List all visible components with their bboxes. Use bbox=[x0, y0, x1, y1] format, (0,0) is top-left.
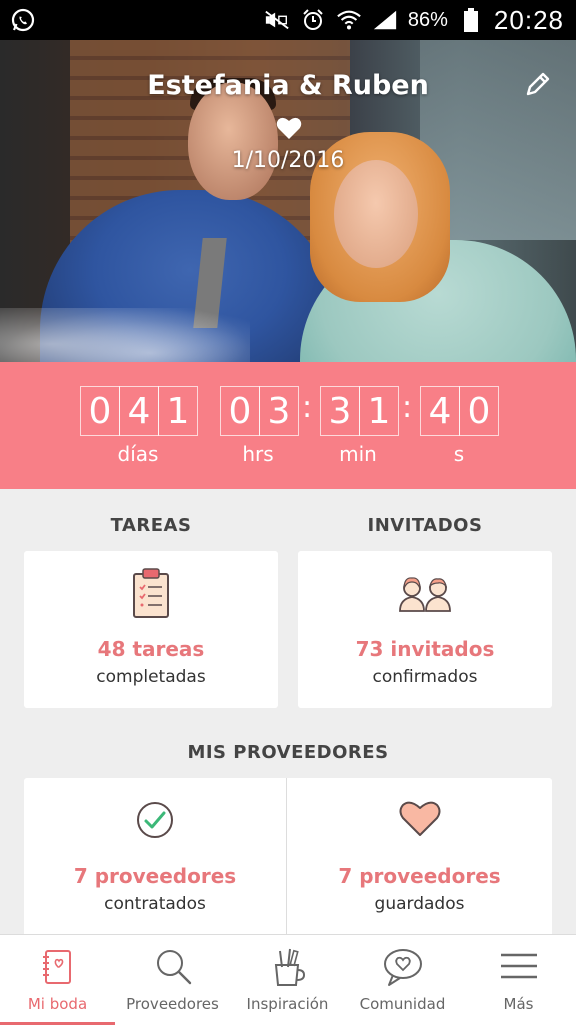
hours-digit: 3 bbox=[259, 386, 299, 436]
vendors-saved-subtext: guardados bbox=[374, 894, 465, 914]
bottom-nav: Mi boda Proveedores Inspiración Comunida… bbox=[0, 934, 576, 1025]
vendors-section-title: MIS PROVEEDORES bbox=[187, 742, 389, 763]
chat-heart-icon bbox=[383, 949, 422, 986]
guests-subtext: confirmados bbox=[372, 667, 478, 687]
pencil-icon[interactable] bbox=[522, 68, 554, 100]
mute-icon bbox=[264, 7, 290, 33]
guests-count: 73 invitados bbox=[355, 637, 495, 661]
vendors-hired-card[interactable]: 7 proveedores contratados bbox=[24, 778, 286, 934]
nav-label: Comunidad bbox=[359, 995, 446, 1013]
countdown-banner: 0 4 1 0 3 : 3 1 : 4 0 días hrs min s bbox=[0, 362, 576, 489]
hours-label: hrs bbox=[242, 442, 274, 466]
guests-section-title: INVITADOS bbox=[367, 515, 483, 536]
whatsapp-icon bbox=[10, 7, 36, 33]
countdown-colon: : bbox=[402, 390, 413, 425]
menu-icon bbox=[500, 953, 537, 979]
brush-cup-icon bbox=[274, 948, 305, 986]
hours-digit: 0 bbox=[220, 386, 260, 436]
heart-icon bbox=[276, 117, 302, 139]
nav-label: Más bbox=[503, 995, 534, 1013]
battery-icon bbox=[458, 7, 484, 33]
battery-percent: 86% bbox=[407, 8, 448, 31]
nav-mas[interactable]: Más bbox=[461, 935, 576, 1025]
seconds-digit: 4 bbox=[420, 386, 460, 436]
book-icon bbox=[42, 950, 71, 984]
clock-time: 20:28 bbox=[493, 4, 564, 35]
days-digit: 0 bbox=[80, 386, 120, 436]
signal-icon bbox=[372, 7, 398, 33]
minutes-digit: 3 bbox=[320, 386, 360, 436]
nav-label: Inspiración bbox=[246, 995, 329, 1013]
days-digit: 4 bbox=[119, 386, 159, 436]
tasks-count: 48 tareas bbox=[97, 637, 205, 661]
nav-label: Proveedores bbox=[126, 995, 219, 1013]
couple-names: Estefania & Ruben bbox=[147, 70, 429, 101]
nav-proveedores[interactable]: Proveedores bbox=[115, 935, 230, 1025]
nav-mi-boda[interactable]: Mi boda bbox=[0, 935, 115, 1025]
vendors-hired-count: 7 proveedores bbox=[73, 864, 237, 888]
minutes-digit: 1 bbox=[359, 386, 399, 436]
seconds-label: s bbox=[453, 442, 465, 466]
wedding-date: 1/10/2016 bbox=[231, 148, 345, 173]
nav-comunidad[interactable]: Comunidad bbox=[345, 935, 460, 1025]
nav-label: Mi boda bbox=[27, 995, 88, 1013]
days-digit: 1 bbox=[158, 386, 198, 436]
check-circle-icon bbox=[137, 802, 173, 838]
clipboard-icon bbox=[133, 568, 169, 618]
wifi-icon bbox=[336, 7, 362, 33]
minutes-label: min bbox=[339, 442, 377, 466]
vendors-saved-count: 7 proveedores bbox=[338, 864, 501, 888]
guests-card[interactable]: 73 invitados confirmados bbox=[298, 551, 552, 708]
vendors-hired-subtext: contratados bbox=[104, 894, 206, 914]
heart-icon bbox=[399, 801, 440, 836]
guests-icon bbox=[399, 577, 451, 612]
search-icon bbox=[156, 950, 191, 985]
tasks-subtext: completadas bbox=[96, 667, 206, 687]
alarm-icon bbox=[300, 7, 326, 33]
tasks-card[interactable]: 48 tareas completadas bbox=[24, 551, 278, 708]
vendors-saved-card[interactable]: 7 proveedores guardados bbox=[287, 778, 552, 934]
countdown-colon: : bbox=[302, 390, 313, 425]
seconds-digit: 0 bbox=[459, 386, 499, 436]
status-bar: 86% 20:28 bbox=[0, 0, 576, 40]
tasks-section-title: TAREAS bbox=[110, 515, 192, 536]
days-label: días bbox=[117, 442, 159, 466]
nav-inspiracion[interactable]: Inspiración bbox=[230, 935, 345, 1025]
